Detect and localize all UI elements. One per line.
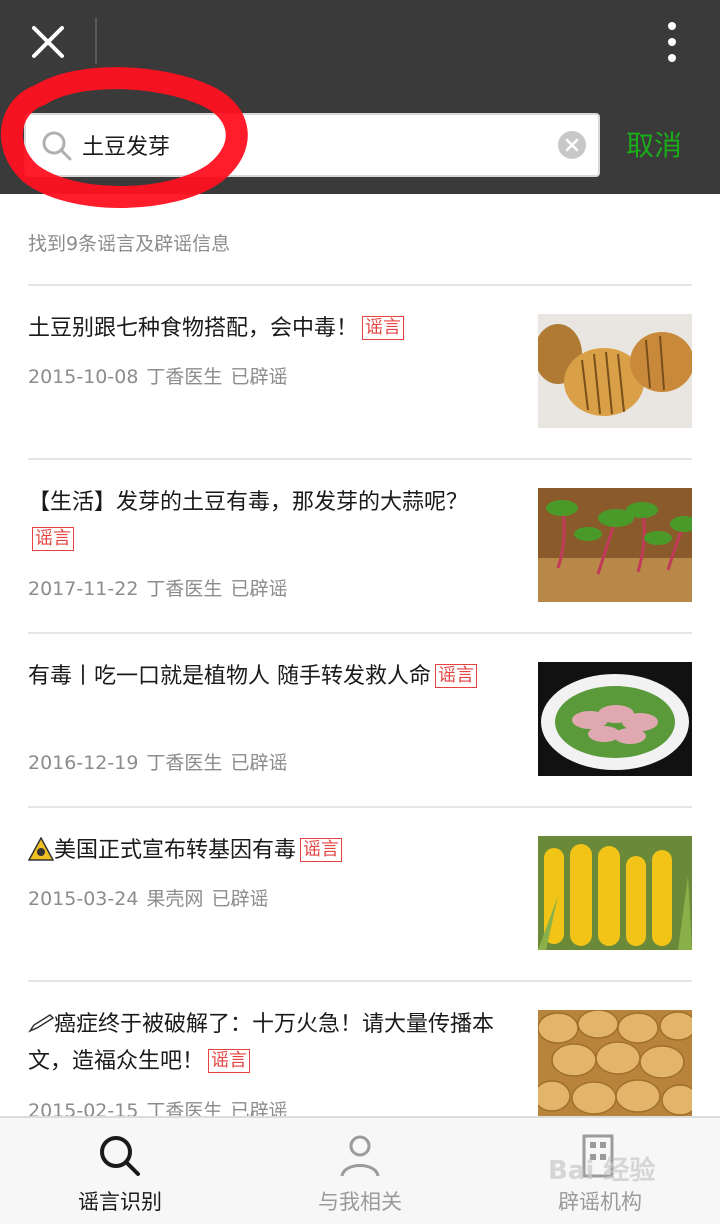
result-title: 【生活】发芽的土豆有毒，那发芽的大蒜呢？ 谣言	[28, 484, 508, 558]
close-icon	[32, 26, 64, 58]
result-item[interactable]: 有毒丨吃一口就是植物人 随手转发救人命 谣言 2016-12-19 丁香医生 已辟谣	[28, 658, 692, 788]
result-source: 果壳网	[146, 888, 204, 910]
watermark: Bai 经验	[548, 1156, 656, 1186]
rumor-tag: 谣言	[362, 316, 405, 340]
clear-icon	[565, 138, 579, 152]
result-title-text: 【生活】发芽的土豆有毒，那发芽的大蒜呢？	[28, 490, 469, 515]
result-meta: 2015-03-24 果壳网 已辟谣	[28, 884, 276, 911]
result-source: 丁香医生	[146, 752, 223, 774]
search-icon	[100, 1136, 140, 1176]
warning-icon	[27, 836, 55, 861]
result-item[interactable]: 土豆别跟七种食物搭配，会中毒！ 谣言 2015-10-08 丁香医生 已辟谣	[28, 310, 692, 440]
divider	[28, 284, 692, 286]
result-thumbnail-plate	[538, 662, 692, 776]
divider	[28, 980, 692, 982]
result-date: 2016-12-19	[28, 752, 139, 774]
result-title: 癌症终于被破解了：十万火急！请大量传播本文，造福众生吧！ 谣言	[27, 1006, 508, 1080]
close-button[interactable]	[26, 20, 70, 64]
result-meta: 2016-12-19 丁香医生 已辟谣	[28, 748, 295, 775]
result-count: 找到9条谣言及辟谣信息	[28, 233, 231, 255]
result-source: 丁香医生	[146, 578, 223, 600]
rumor-tag: 谣言	[300, 838, 343, 862]
result-date: 2017-11-22	[28, 578, 139, 600]
result-title: 土豆别跟七种食物搭配，会中毒！ 谣言	[28, 310, 508, 347]
search-icon	[42, 131, 72, 161]
result-status: 已辟谣	[230, 366, 288, 388]
tab-label: 与我相关	[318, 1190, 402, 1214]
search-input[interactable]	[82, 123, 552, 167]
result-date: 2015-10-08	[28, 366, 139, 388]
result-meta: 2017-11-22 丁香医生 已辟谣	[28, 574, 295, 601]
result-item[interactable]: 美国正式宣布转基因有毒 谣言 2015-03-24 果壳网 已辟谣	[27, 832, 692, 962]
more-button[interactable]	[656, 20, 688, 64]
result-source: 丁香医生	[146, 366, 223, 388]
result-title-text: 土豆别跟七种食物搭配，会中毒！	[28, 316, 359, 341]
divider	[28, 458, 692, 460]
result-title: 有毒丨吃一口就是植物人 随手转发救人命 谣言	[28, 658, 508, 695]
result-thumbnail-potatoes	[538, 314, 692, 428]
rumor-tag: 谣言	[435, 664, 477, 688]
top-bar: 取消	[0, 0, 720, 194]
more-vertical-icon	[668, 22, 676, 62]
result-thumbnail-corn	[538, 836, 692, 950]
tab-label: 谣言识别	[78, 1190, 162, 1214]
result-date: 2015-03-24	[28, 888, 139, 910]
rumor-tag: 谣言	[208, 1049, 251, 1073]
header-divider	[95, 18, 97, 64]
result-title-text: 有毒丨吃一口就是植物人 随手转发救人命	[28, 664, 431, 689]
result-title: 美国正式宣布转基因有毒 谣言	[27, 832, 508, 869]
cancel-button[interactable]: 取消	[626, 124, 682, 164]
tab-label: 辟谣机构	[558, 1190, 642, 1214]
pencil-icon	[27, 1014, 55, 1033]
clear-search-button[interactable]	[558, 131, 586, 159]
divider	[28, 632, 692, 634]
result-title-text: 美国正式宣布转基因有毒	[54, 838, 297, 863]
search-box[interactable]	[24, 113, 600, 177]
tab-rumor-check[interactable]: 谣言识别	[0, 1118, 240, 1224]
result-status: 已辟谣	[230, 578, 288, 600]
result-thumbnail-potato-pile	[538, 1010, 692, 1124]
result-status: 已辟谣	[211, 888, 269, 910]
result-item[interactable]: 【生活】发芽的土豆有毒，那发芽的大蒜呢？ 谣言 2017-11-22 丁香医生 已辟谣	[28, 484, 692, 614]
result-thumbnail-sprouts	[538, 488, 692, 602]
tab-related-to-me[interactable]: 与我相关	[240, 1118, 480, 1224]
result-meta: 2015-10-08 丁香医生 已辟谣	[28, 362, 295, 389]
rumor-tag: 谣言	[32, 527, 74, 551]
result-title-text: 癌症终于被破解了：十万火急！请大量传播本文，造福众生吧！	[28, 1012, 495, 1074]
divider	[28, 806, 692, 808]
person-icon	[340, 1135, 380, 1177]
result-status: 已辟谣	[230, 752, 288, 774]
